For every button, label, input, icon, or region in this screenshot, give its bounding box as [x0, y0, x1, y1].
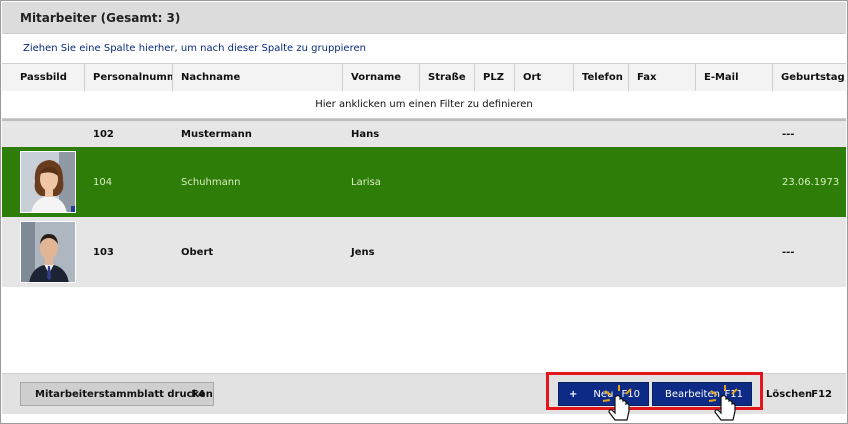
- employee-photo: [20, 221, 76, 283]
- grid-header: Passbild Personalnumme Nachname Vorname …: [2, 63, 846, 92]
- column-header-ort[interactable]: Ort: [515, 64, 574, 91]
- cell-vorname: Jens: [351, 246, 375, 258]
- cell-geburtstag: 23.06.1973: [782, 176, 840, 188]
- column-header-vorname[interactable]: Vorname: [343, 64, 420, 91]
- cell-personalnummer: 102: [93, 128, 114, 140]
- column-header-telefon[interactable]: Telefon: [574, 64, 629, 91]
- woman-portrait-icon: [21, 152, 75, 212]
- employee-window: Mitarbeiter (Gesamt: 3) Ziehen Sie eine …: [0, 0, 848, 424]
- table-row-selected[interactable]: 104 Schuhmann Larisa 23.06.1973: [2, 147, 846, 217]
- cell-geburtstag: ---: [782, 246, 795, 258]
- cell-nachname: Obert: [181, 246, 214, 258]
- click-cursor-icon: [602, 385, 632, 421]
- cell-vorname: Hans: [351, 128, 380, 140]
- print-button-shortcut: F4: [191, 388, 205, 400]
- cell-personalnummer: 103: [93, 246, 114, 258]
- delete-button[interactable]: Löschen F12: [760, 382, 840, 406]
- window-titlebar: Mitarbeiter (Gesamt: 3): [2, 2, 846, 34]
- employee-photo: [20, 151, 76, 213]
- click-cursor-icon: [708, 385, 738, 421]
- table-row[interactable]: 102 Mustermann Hans ---: [2, 121, 846, 147]
- column-header-fax[interactable]: Fax: [629, 64, 696, 91]
- cell-nachname: Schuhmann: [181, 176, 241, 188]
- print-employee-sheet-button[interactable]: Mitarbeiterstammblatt drucken F4: [20, 382, 214, 406]
- cell-personalnummer: 104: [93, 176, 113, 188]
- filter-row[interactable]: Hier anklicken um einen Filter zu defini…: [2, 91, 846, 119]
- cell-geburtstag: ---: [782, 128, 795, 140]
- table-row[interactable]: 103 Obert Jens ---: [2, 217, 846, 287]
- column-header-passbild[interactable]: Passbild: [2, 64, 85, 91]
- cell-nachname: Mustermann: [181, 128, 252, 140]
- print-button-label: Mitarbeiterstammblatt drucken: [35, 388, 213, 400]
- column-header-personalnummer[interactable]: Personalnumme: [85, 64, 173, 91]
- window-title: Mitarbeiter (Gesamt: 3): [20, 11, 181, 25]
- column-header-strasse[interactable]: Straße: [420, 64, 475, 91]
- group-by-drop-zone[interactable]: Ziehen Sie eine Spalte hierher, um nach …: [23, 43, 366, 54]
- delete-button-label: Löschen: [766, 388, 813, 400]
- column-header-email[interactable]: E-Mail: [696, 64, 773, 91]
- column-header-nachname[interactable]: Nachname: [173, 64, 343, 91]
- column-header-plz[interactable]: PLZ: [475, 64, 515, 91]
- cell-vorname: Larisa: [351, 176, 381, 188]
- column-header-geburtstag[interactable]: Geburtstag: [773, 64, 848, 91]
- man-portrait-icon: [21, 222, 75, 282]
- delete-button-shortcut: F12: [811, 388, 832, 400]
